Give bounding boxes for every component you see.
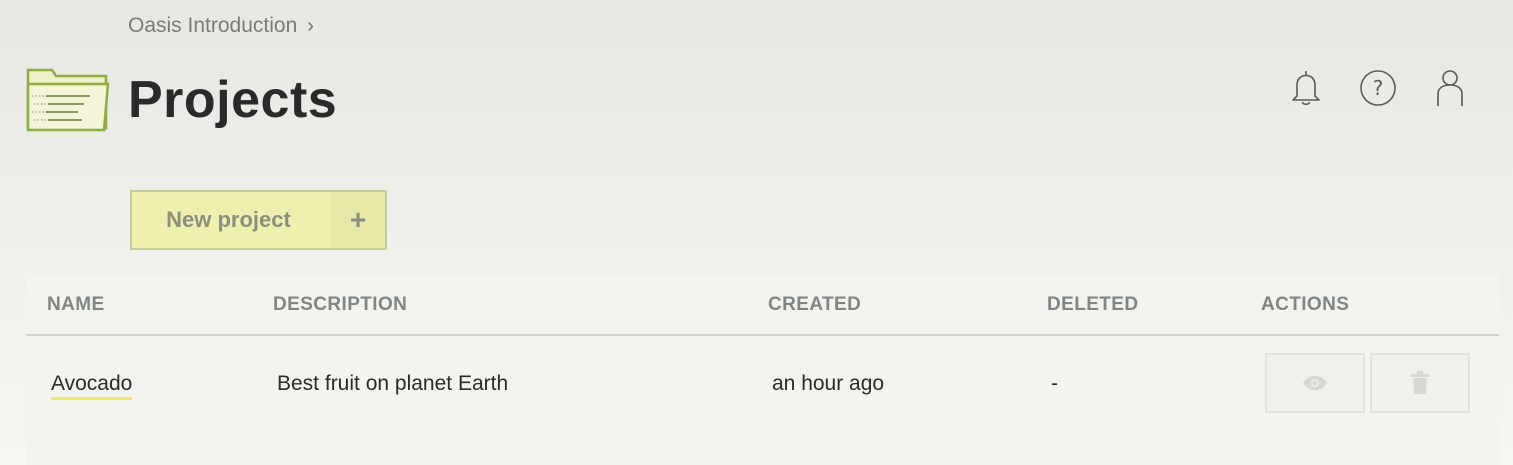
column-header-name: NAME (47, 294, 105, 315)
table-row: Avocado Best fruit on planet Earth an ho… (26, 336, 1499, 432)
bell-icon[interactable] (1287, 68, 1325, 108)
page-header (26, 66, 110, 132)
column-header-actions: ACTIONS (1261, 294, 1350, 315)
cell-name: Avocado (51, 372, 133, 400)
user-icon[interactable] (1431, 68, 1469, 108)
column-header-description: DESCRIPTION (273, 294, 408, 315)
eye-icon (1303, 376, 1327, 390)
table-header: NAME DESCRIPTION CREATED DELETED ACTIONS (26, 274, 1499, 336)
svg-text:?: ? (1373, 76, 1384, 100)
column-header-created: CREATED (768, 294, 862, 315)
projects-table: NAME DESCRIPTION CREATED DELETED ACTIONS… (26, 274, 1499, 465)
folder-icon (26, 68, 110, 132)
cell-created: an hour ago (772, 372, 885, 395)
new-project-label: New project (166, 207, 291, 232)
trash-icon (1411, 371, 1429, 394)
delete-project-button[interactable] (1370, 353, 1470, 413)
plus-icon: + (331, 192, 385, 248)
view-project-button[interactable] (1265, 353, 1365, 413)
cell-description: Best fruit on planet Earth (277, 372, 509, 395)
new-project-button[interactable]: New project + (130, 190, 387, 250)
help-icon[interactable]: ? (1359, 68, 1397, 108)
header-actions: ? (1287, 68, 1469, 108)
project-name-link[interactable]: Avocado (51, 372, 133, 400)
cell-deleted: - (1051, 372, 1058, 395)
page-title: Projects (128, 71, 338, 129)
chevron-right-icon: › (307, 14, 314, 37)
breadcrumb: Oasis Introduction › (128, 14, 314, 38)
breadcrumb-item-oasis-introduction[interactable]: Oasis Introduction (128, 14, 297, 38)
column-header-deleted: DELETED (1047, 294, 1139, 315)
